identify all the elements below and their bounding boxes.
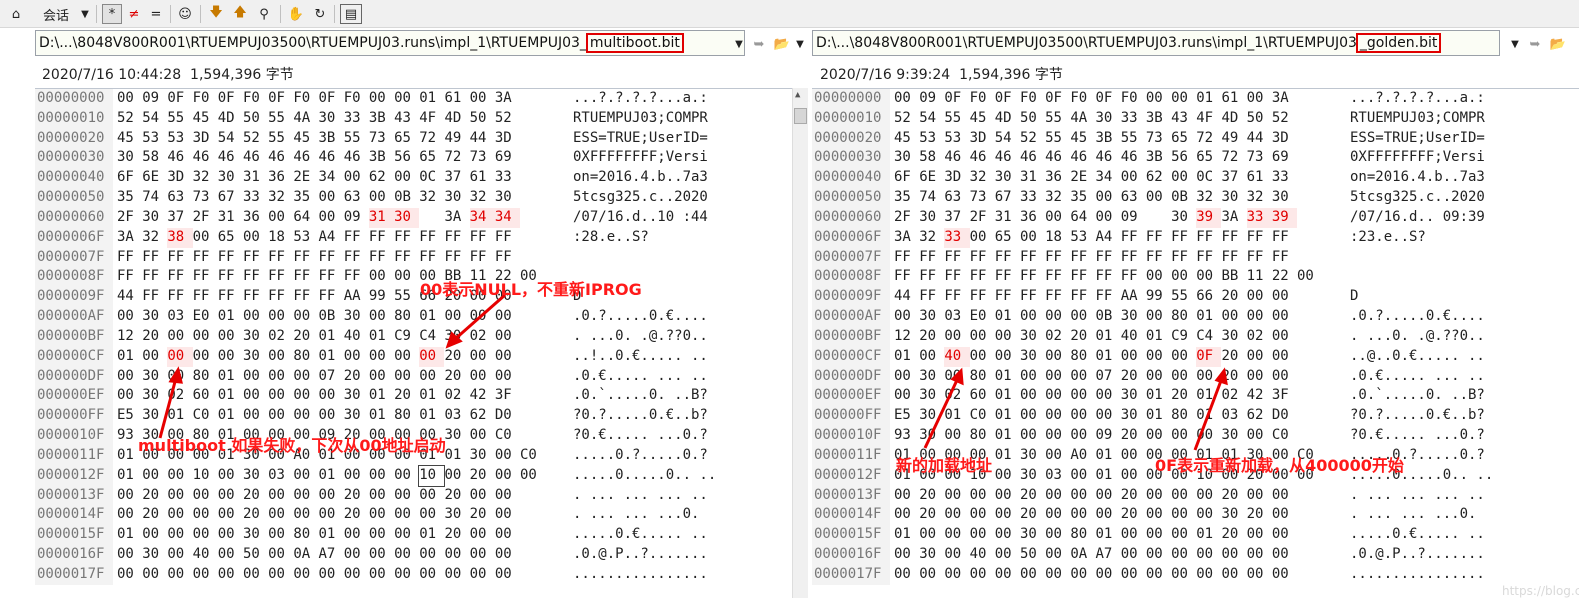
arrow-reload xyxy=(1193,377,1224,451)
arrow-multiboot-head xyxy=(168,366,183,384)
arrow-new-addr xyxy=(923,377,960,449)
annotation-new-address: 新的加载地址 xyxy=(896,456,993,475)
annotation-multiboot: multiboot 如果失败，下次从00地址启动 xyxy=(138,436,446,455)
arrow-reload-head xyxy=(1214,367,1228,386)
arrow-multiboot xyxy=(158,377,178,439)
annotation-reload: 0F表示重新加载，从400000开始 xyxy=(1155,456,1404,475)
annotation-arrows xyxy=(158,293,1228,451)
arrow-new-addr-head xyxy=(950,367,964,386)
annotation-null: 00表示NULL，不重新IPROG xyxy=(420,280,642,299)
arrow-null xyxy=(453,293,506,342)
